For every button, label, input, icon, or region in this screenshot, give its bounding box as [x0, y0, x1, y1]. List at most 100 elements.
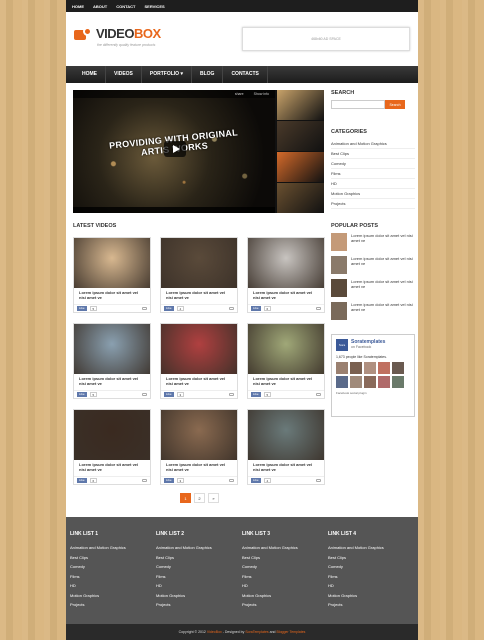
nav-item[interactable]: VIDEOS	[106, 66, 142, 83]
facebook-face-avatar[interactable]	[392, 376, 404, 388]
popular-post-thumb[interactable]	[331, 233, 347, 251]
designer-link[interactable]: SoraTemplates	[245, 630, 268, 634]
category-link[interactable]: Projects	[331, 199, 415, 209]
category-link[interactable]: HD	[331, 179, 415, 189]
comment-icon[interactable]	[316, 393, 321, 396]
video-title[interactable]: Lorem ipsum dolor sit amet vel nisi amet…	[248, 460, 324, 474]
footer-link[interactable]: HD	[70, 581, 126, 591]
video-thumbnail[interactable]	[161, 410, 237, 460]
popular-post-thumb[interactable]	[331, 302, 347, 320]
like-button[interactable]: Like	[77, 478, 87, 483]
search-input[interactable]	[331, 100, 385, 109]
video-card[interactable]: Lorem ipsum dolor sit amet vel nisi amet…	[160, 323, 238, 399]
footer-link[interactable]: Animation and Motion Graphics	[156, 543, 212, 553]
video-thumbnail[interactable]	[74, 410, 150, 460]
facebook-face-avatar[interactable]	[364, 376, 376, 388]
info-button[interactable]: Show info	[254, 92, 269, 96]
nav-item[interactable]: PORTFOLIO ▾	[142, 66, 192, 83]
nav-item[interactable]: HOME	[74, 66, 106, 83]
hero-thumbnail[interactable]	[277, 90, 324, 120]
topbar-link[interactable]: SERVICES	[145, 4, 165, 9]
popular-post-thumb[interactable]	[331, 256, 347, 274]
footer-link[interactable]: Best Clips	[242, 553, 298, 563]
footer-link[interactable]: Projects	[242, 600, 298, 610]
category-link[interactable]: Animation and Motion Graphics	[331, 139, 415, 149]
like-button[interactable]: Like	[164, 478, 174, 483]
popular-post[interactable]: Lorem ipsum dolor sit amet vel nisi amet…	[331, 256, 415, 274]
topbar-link[interactable]: ABOUT	[93, 4, 107, 9]
nav-item[interactable]: CONTACTS	[223, 66, 268, 83]
footer-link[interactable]: Animation and Motion Graphics	[242, 543, 298, 553]
facebook-face-avatar[interactable]	[336, 376, 348, 388]
footer-link[interactable]: Best Clips	[70, 553, 126, 563]
video-title[interactable]: Lorem ipsum dolor sit amet vel nisi amet…	[74, 288, 150, 302]
comment-icon[interactable]	[142, 307, 147, 310]
video-card[interactable]: Lorem ipsum dolor sit amet vel nisi amet…	[73, 409, 151, 485]
video-thumbnail[interactable]	[248, 324, 324, 374]
popular-post-thumb[interactable]	[331, 279, 347, 297]
popular-post-title[interactable]: Lorem ipsum dolor sit amet vel nisi amet…	[351, 256, 415, 274]
play-icon[interactable]	[164, 141, 186, 157]
video-card[interactable]: Lorem ipsum dolor sit amet vel nisi amet…	[247, 323, 325, 399]
video-title[interactable]: Lorem ipsum dolor sit amet vel nisi amet…	[161, 374, 237, 388]
video-thumbnail[interactable]	[74, 324, 150, 374]
hero-thumbnail[interactable]	[277, 121, 324, 151]
category-link[interactable]: Films	[331, 169, 415, 179]
like-button[interactable]: Like	[251, 306, 261, 311]
comment-icon[interactable]	[229, 479, 234, 482]
like-button[interactable]: Like	[251, 392, 261, 397]
facebook-page-logo[interactable]: Sora	[336, 339, 348, 351]
site-logo[interactable]: VIDEOBOX	[74, 26, 161, 41]
footer-link[interactable]: Motion Graphics	[328, 591, 384, 601]
popular-post-title[interactable]: Lorem ipsum dolor sit amet vel nisi amet…	[351, 279, 415, 297]
footer-link[interactable]: Animation and Motion Graphics	[328, 543, 384, 553]
category-link[interactable]: Motion Graphics	[331, 189, 415, 199]
share-button[interactable]: share	[235, 92, 244, 96]
popular-post[interactable]: Lorem ipsum dolor sit amet vel nisi amet…	[331, 279, 415, 297]
comment-icon[interactable]	[316, 479, 321, 482]
footer-link[interactable]: Motion Graphics	[242, 591, 298, 601]
footer-link[interactable]: Projects	[70, 600, 126, 610]
popular-post-title[interactable]: Lorem ipsum dolor sit amet vel nisi amet…	[351, 233, 415, 251]
popular-post[interactable]: Lorem ipsum dolor sit amet vel nisi amet…	[331, 233, 415, 251]
comment-icon[interactable]	[142, 393, 147, 396]
video-thumbnail[interactable]	[161, 238, 237, 288]
like-button[interactable]: Like	[77, 392, 87, 397]
popular-post[interactable]: Lorem ipsum dolor sit amet vel nisi amet…	[331, 302, 415, 320]
popular-post-title[interactable]: Lorem ipsum dolor sit amet vel nisi amet…	[351, 302, 415, 320]
video-thumbnail[interactable]	[74, 238, 150, 288]
facebook-face-avatar[interactable]	[378, 376, 390, 388]
footer-link[interactable]: Animation and Motion Graphics	[70, 543, 126, 553]
like-button[interactable]: Like	[164, 306, 174, 311]
nav-item[interactable]: BLOG	[192, 66, 224, 83]
video-controlbar[interactable]	[73, 207, 275, 213]
video-player[interactable]: share Show info PROVIDING WITH ORIGINAL …	[73, 90, 275, 213]
topbar-link[interactable]: HOME	[72, 4, 84, 9]
topbar-link[interactable]: CONTACT	[116, 4, 135, 9]
video-title[interactable]: Lorem ipsum dolor sit amet vel nisi amet…	[161, 460, 237, 474]
category-link[interactable]: Best Clips	[331, 149, 415, 159]
hero-thumbnail[interactable]	[277, 152, 324, 182]
footer-link[interactable]: Comedy	[328, 562, 384, 572]
templates-link[interactable]: Blogger Templates	[276, 630, 305, 634]
footer-link[interactable]: HD	[156, 581, 212, 591]
footer-link[interactable]: HD	[328, 581, 384, 591]
facebook-face-avatar[interactable]	[336, 362, 348, 374]
video-title[interactable]: Lorem ipsum dolor sit amet vel nisi amet…	[74, 460, 150, 474]
video-card[interactable]: Lorem ipsum dolor sit amet vel nisi amet…	[160, 409, 238, 485]
like-button[interactable]: Like	[164, 392, 174, 397]
video-title[interactable]: Lorem ipsum dolor sit amet vel nisi amet…	[74, 374, 150, 388]
video-title[interactable]: Lorem ipsum dolor sit amet vel nisi amet…	[248, 288, 324, 302]
hero-thumbnail[interactable]	[277, 183, 324, 213]
facebook-face-avatar[interactable]	[350, 376, 362, 388]
video-thumbnail[interactable]	[161, 324, 237, 374]
video-card[interactable]: Lorem ipsum dolor sit amet vel nisi amet…	[247, 237, 325, 313]
footer-link[interactable]: Best Clips	[156, 553, 212, 563]
footer-link[interactable]: Films	[328, 572, 384, 582]
search-button[interactable]: Search	[385, 100, 405, 109]
footer-link[interactable]: Films	[70, 572, 126, 582]
video-title[interactable]: Lorem ipsum dolor sit amet vel nisi amet…	[248, 374, 324, 388]
footer-link[interactable]: Motion Graphics	[70, 591, 126, 601]
facebook-face-avatar[interactable]	[364, 362, 376, 374]
like-button[interactable]: Like	[77, 306, 87, 311]
